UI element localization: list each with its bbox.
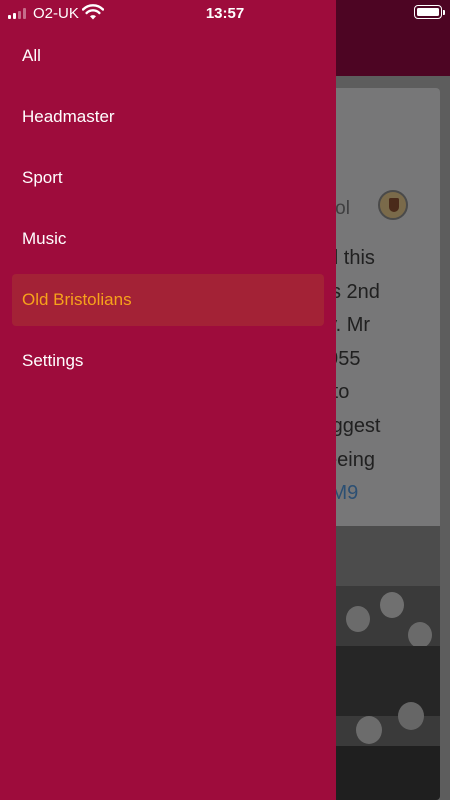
menu-item-music[interactable]: Music	[12, 213, 324, 265]
status-bar: O2-UK 13:57	[0, 0, 450, 26]
drawer-menu: All Headmaster Sport Music Old Bristolia…	[0, 30, 336, 396]
school-crest-avatar	[378, 190, 408, 220]
menu-item-settings[interactable]: Settings	[12, 335, 324, 387]
menu-item-old-bristolians[interactable]: Old Bristolians	[12, 274, 324, 326]
menu-item-all[interactable]: All	[12, 30, 324, 82]
battery-icon	[414, 5, 442, 19]
menu-item-headmaster[interactable]: Headmaster	[12, 91, 324, 143]
battery-cap	[443, 10, 445, 15]
status-time: 13:57	[205, 5, 245, 22]
navigation-drawer: All Headmaster Sport Music Old Bristolia…	[0, 0, 336, 800]
menu-item-sport[interactable]: Sport	[12, 152, 324, 204]
post-photo[interactable]	[336, 526, 440, 800]
